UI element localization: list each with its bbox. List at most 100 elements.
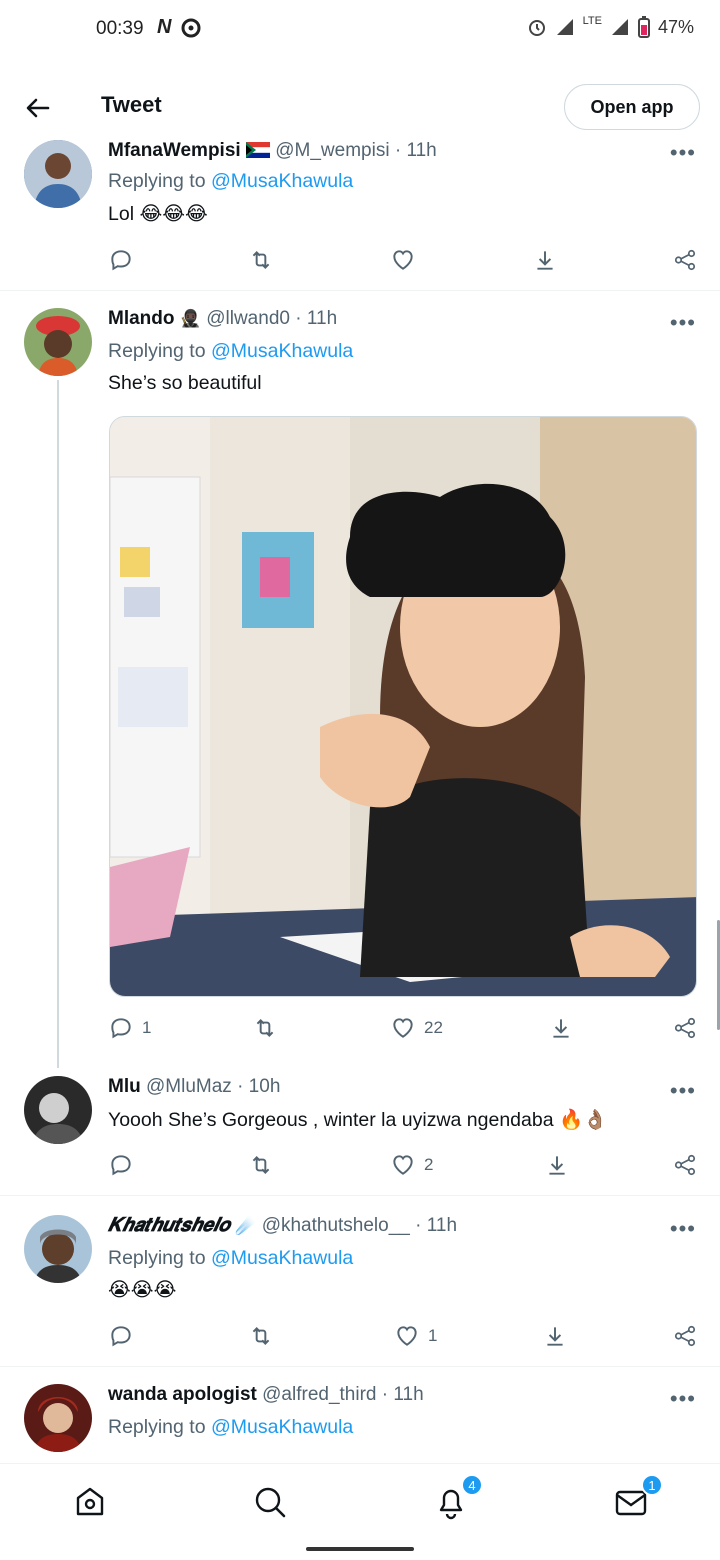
tweet-actions: 1 22 [108,1012,704,1044]
reply-icon [111,1326,131,1347]
nav-notifications[interactable]: 4 [431,1474,483,1522]
mention-link[interactable]: @MusaKhawula [211,170,353,192]
tweet-photo[interactable] [109,416,697,997]
retweet-icon [252,1156,270,1174]
share-button[interactable] [672,244,698,276]
retweet-icon [252,251,270,269]
avatar[interactable] [24,1215,92,1283]
reply-button[interactable]: 1 [108,1012,151,1044]
download-button[interactable] [542,1320,568,1352]
share-icon [674,1154,696,1176]
nav-messages[interactable]: 1 [611,1474,663,1522]
top-header: Tweet Open app [0,80,720,136]
more-options-button[interactable]: ••• [670,140,696,166]
author-name[interactable]: Mlu [108,1076,141,1097]
alarm-icon [528,20,545,36]
notifications-badge: 4 [461,1474,483,1496]
tweet-actions: 2 [108,1149,704,1181]
retweet-icon [256,1019,274,1037]
download-icon [547,1327,563,1346]
status-bar: 00:39 N LTE 47% [0,0,720,60]
like-button[interactable]: 2 [390,1149,433,1181]
retweet-button[interactable] [252,1012,278,1044]
reply-button[interactable] [108,244,142,276]
share-button[interactable] [672,1149,698,1181]
download-icon [537,251,553,270]
more-options-button[interactable]: ••• [670,1386,696,1412]
tweet-time: · 11h [394,140,437,161]
like-count: 22 [424,1018,443,1037]
tweet-text: Yoooh She’s Gorgeous , winter la uyizwa … [108,1109,608,1131]
download-button[interactable] [532,244,558,276]
home-icon [76,1487,104,1516]
author-handle[interactable]: @llwand0 [206,308,290,329]
share-icon [674,1325,696,1347]
tweet-text: Lol 😂😂😂 [108,203,208,225]
download-button[interactable] [548,1012,574,1044]
tweet-time: · 11h [381,1384,424,1405]
tweet-mfanawempisi[interactable]: MfanaWempisi @M_wempisi · 11h ••• Replyi… [0,120,720,291]
reply-count: 1 [142,1018,152,1037]
author-handle[interactable]: @alfred_third [262,1384,376,1405]
author-handle[interactable]: @M_wempisi [275,140,389,161]
reply-icon [111,1155,131,1176]
tweet-wanda-apologist[interactable]: wanda apologist @alfred_third · 11h ••• … [0,1367,720,1463]
nav-home[interactable] [70,1482,110,1522]
like-button[interactable] [390,244,424,276]
download-button[interactable] [544,1149,570,1181]
share-icon [674,1017,696,1039]
network-type-label: LTE [582,15,602,27]
tweet-khathutshelo[interactable]: 𝑲𝒉𝒂𝒕𝒉𝒖𝒕𝒔𝒉𝒆𝒍𝒐 ☄️ @khathutshelo__ · 11h ••… [0,1196,720,1367]
share-button[interactable] [672,1320,698,1352]
back-arrow-icon [26,98,50,118]
tweet-actions: 1 [108,1320,704,1352]
author-name[interactable]: 𝑲𝒉𝒂𝒕𝒉𝒖𝒕𝒔𝒉𝒆𝒍𝒐 [108,1215,230,1236]
bottom-nav: 4 1 [0,1463,720,1537]
tweet-mlando[interactable]: Mlando 🥷🏿 @llwand0 · 11h ••• Replying to… [0,291,720,1061]
tweet-time: · 11h [295,308,338,329]
tweet-actions [108,244,704,276]
nav-search[interactable] [250,1482,290,1522]
tweet-mlu[interactable]: Mlu @MluMaz · 10h ••• Yoooh She’s Gorgeo… [0,1061,720,1196]
avatar[interactable] [24,1384,92,1452]
author-handle[interactable]: @MluMaz [146,1076,232,1097]
retweet-button[interactable] [248,1149,274,1181]
reply-button[interactable] [108,1149,134,1181]
author-name[interactable]: Mlando [108,308,175,329]
author-name[interactable]: wanda apologist [108,1384,257,1405]
more-options-button[interactable]: ••• [670,1216,696,1242]
author-handle[interactable]: @khathutshelo__ [262,1215,410,1236]
south-africa-flag-icon [245,142,270,158]
app-notification-icon [181,18,201,37]
avatar[interactable] [24,140,92,208]
back-button[interactable] [22,92,54,124]
battery-percent: 47% [657,16,694,37]
signal-icon [556,19,573,35]
share-button[interactable] [672,1012,698,1044]
share-icon [674,249,696,271]
like-count: 2 [424,1155,434,1174]
reply-button[interactable] [108,1320,134,1352]
avatar[interactable] [24,1076,92,1144]
avatar[interactable] [24,308,92,376]
heart-icon [393,250,413,270]
tweet-time: · 10h [237,1076,281,1097]
like-button[interactable]: 1 [394,1320,437,1352]
more-options-button[interactable]: ••• [670,310,696,336]
more-options-button[interactable]: ••• [670,1078,696,1104]
status-time: 00:39 [96,18,144,39]
ninja-emoji-icon: 🥷🏿 [179,309,201,328]
mention-link[interactable]: @MusaKhawula [211,1247,353,1269]
search-icon [255,1487,286,1518]
retweet-button[interactable] [248,244,274,276]
mention-link[interactable]: @MusaKhawula [211,340,353,362]
author-name[interactable]: MfanaWempisi [108,140,241,161]
like-button[interactable]: 22 [390,1012,443,1044]
heart-icon [393,1155,413,1175]
mention-link[interactable]: @MusaKhawula [211,1416,353,1438]
retweet-icon [252,1327,270,1345]
home-indicator[interactable] [306,1547,414,1551]
open-app-button[interactable]: Open app [564,84,700,130]
comet-emoji-icon: ☄️ [235,1216,257,1235]
retweet-button[interactable] [248,1320,274,1352]
